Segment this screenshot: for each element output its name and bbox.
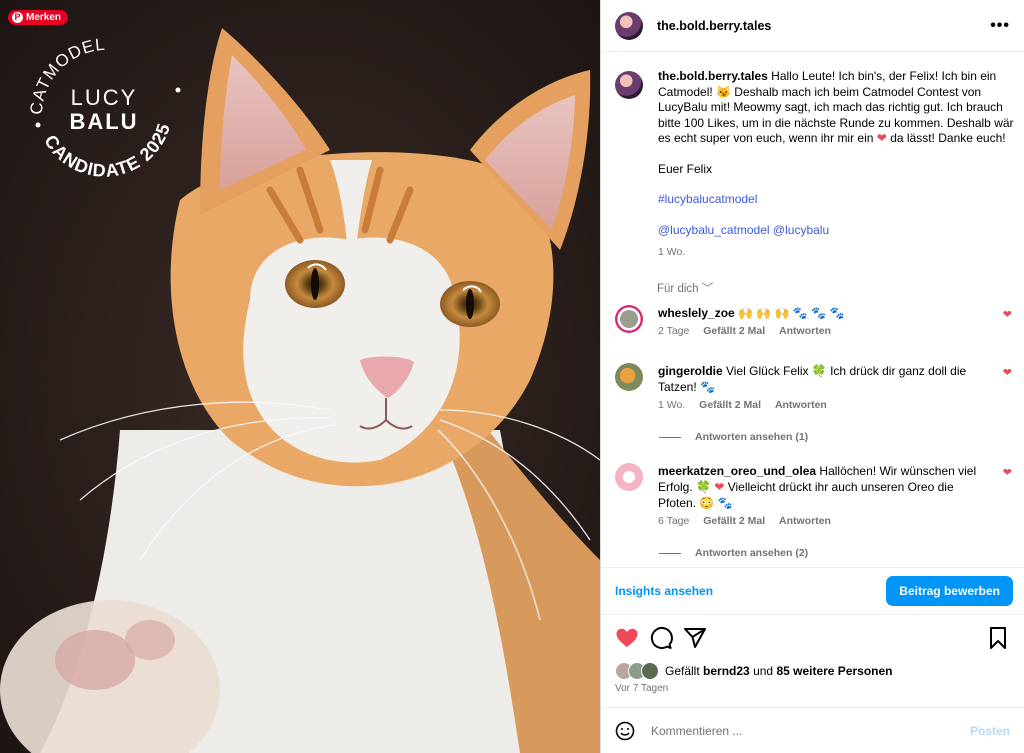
commenter-avatar[interactable] — [615, 463, 643, 491]
comment-reply-button[interactable]: Antworten — [779, 325, 831, 337]
badge-line1: LUCY — [71, 85, 138, 110]
pinterest-save-label: Merken — [26, 12, 62, 23]
comment-time: 1 Wo. — [658, 399, 686, 411]
caption-avatar[interactable] — [615, 71, 643, 99]
caption-username[interactable]: the.bold.berry.tales — [658, 69, 768, 83]
post-timestamp: Vor 7 Tagen — [615, 683, 669, 694]
commenter-avatar[interactable] — [615, 363, 643, 391]
badge-line2: BALU — [69, 109, 138, 134]
caption-text-2: da lässt! Danke euch! — [890, 131, 1006, 145]
likes-summary[interactable]: Gefällt bernd23 und 85 weitere Personen — [615, 662, 893, 680]
caption-time: 1 Wo. — [658, 246, 686, 258]
share-paper-plane-icon[interactable] — [683, 626, 707, 650]
heart-emoji-icon: ❤ — [714, 480, 725, 494]
comment-item: wheslely_zoe 🙌 🙌 🙌 🐾 🐾 🐾 2 Tage Gefällt … — [615, 305, 1015, 337]
caption-hashtag[interactable]: #lucybalucatmodel — [658, 192, 1015, 208]
comment-bubble-icon[interactable] — [649, 626, 673, 650]
comment-reply-button[interactable]: Antworten — [779, 515, 831, 527]
comment-likes-count[interactable]: Gefällt 2 Mal — [703, 515, 765, 527]
comments-scroll-area[interactable]: the.bold.berry.tales Hallo Leute! Ich bi… — [601, 53, 1024, 567]
post-photo[interactable]: P Merken CATMODEL CANDIDATE 2025 LUCY BA… — [0, 0, 600, 753]
replies-line — [659, 436, 681, 438]
view-replies-button[interactable]: Antworten ansehen (1) — [659, 431, 808, 443]
comment-time: 6 Tage — [658, 515, 690, 527]
promote-post-button[interactable]: Beitrag bewerben — [886, 576, 1013, 606]
liker-avatars — [615, 662, 659, 680]
post-comment-button[interactable]: Posten — [970, 724, 1010, 738]
owner-action-bar: Insights ansehen Beitrag bewerben — [601, 567, 1024, 615]
caption: the.bold.berry.tales Hallo Leute! Ich bi… — [615, 69, 1015, 261]
comment-filter-label: Für dich — [657, 283, 699, 295]
chevron-down-icon: ﹀ — [701, 283, 714, 295]
like-heart-icon[interactable] — [615, 626, 639, 650]
comment-likes-count[interactable]: Gefällt 2 Mal — [703, 325, 765, 337]
view-insights-link[interactable]: Insights ansehen — [615, 584, 713, 598]
more-options-icon[interactable]: ••• — [990, 17, 1010, 35]
comment-username[interactable]: meerkatzen_oreo_und_olea — [658, 464, 816, 478]
comment-composer: Posten — [601, 707, 1024, 753]
commenter-avatar[interactable] — [615, 305, 643, 333]
likes-prefix: Gefällt — [665, 664, 700, 678]
catmodel-candidate-badge: CATMODEL CANDIDATE 2025 LUCY BALU — [27, 35, 181, 181]
author-avatar[interactable] — [615, 11, 643, 40]
bookmark-icon[interactable] — [986, 626, 1010, 650]
caption-mention-1[interactable]: @lucybalu_catmodel — [658, 223, 770, 237]
comment-item: gingeroldie Viel Glück Felix 🍀 Ich drück… — [615, 363, 1015, 411]
caption-mention-2[interactable]: @lucybalu — [773, 223, 829, 237]
likes-user[interactable]: bernd23 — [703, 664, 750, 678]
comment-like-heart-icon[interactable]: ❤ — [1003, 308, 1012, 321]
pinterest-icon: P — [12, 12, 23, 23]
author-username[interactable]: the.bold.berry.tales — [657, 19, 771, 33]
comment-item: meerkatzen_oreo_und_olea Hallöchen! Wir … — [615, 463, 1015, 527]
comment-like-heart-icon[interactable]: ❤ — [1003, 466, 1012, 479]
comment-filter-dropdown[interactable]: Für dich ﹀ — [657, 280, 713, 296]
comment-like-heart-icon[interactable]: ❤ — [1003, 366, 1012, 379]
comment-reply-button[interactable]: Antworten — [775, 399, 827, 411]
view-replies-label: Antworten ansehen (2) — [695, 547, 809, 559]
comment-time: 2 Tage — [658, 325, 690, 337]
pinterest-save-button[interactable]: P Merken — [8, 10, 69, 25]
replies-line — [659, 552, 681, 554]
post-actions — [615, 626, 1010, 650]
comment-username[interactable]: gingeroldie — [658, 364, 723, 378]
heart-emoji-icon: ❤ — [876, 131, 887, 145]
comment-input[interactable] — [649, 722, 970, 739]
emoji-picker-icon[interactable] — [615, 721, 635, 741]
view-replies-button[interactable]: Antworten ansehen (2) — [659, 547, 808, 559]
post-side-panel: the.bold.berry.tales ••• the.bold.berry.… — [600, 0, 1024, 753]
view-replies-label: Antworten ansehen (1) — [695, 431, 809, 443]
caption-signoff: Euer Felix — [658, 161, 713, 176]
comment-text: 🙌 🙌 🙌 🐾 🐾 🐾 — [738, 306, 845, 320]
likes-others[interactable]: 85 weitere Personen — [776, 664, 892, 678]
likes-middle: und — [753, 664, 774, 678]
comment-username[interactable]: wheslely_zoe — [658, 306, 735, 320]
post-header: the.bold.berry.tales ••• — [601, 0, 1024, 52]
comment-likes-count[interactable]: Gefällt 2 Mal — [699, 399, 761, 411]
